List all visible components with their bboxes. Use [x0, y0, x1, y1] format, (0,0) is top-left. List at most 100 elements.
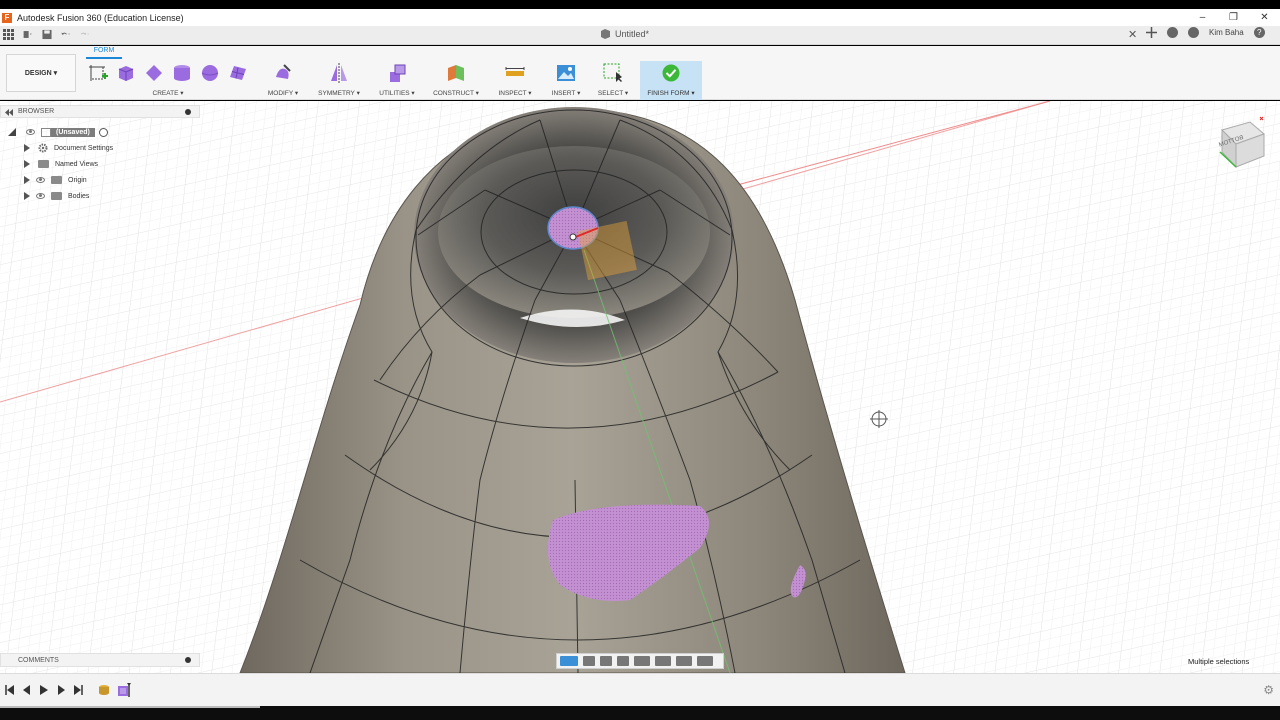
manipulator-box-gizmo[interactable] [577, 220, 637, 281]
root-expand-triangle-icon[interactable] [8, 128, 16, 136]
modify-menu-label[interactable]: MODIFY ▾ [262, 89, 304, 97]
tree-item-document-settings[interactable]: Document Settings [8, 140, 200, 156]
browser-title: BROWSER [18, 108, 55, 115]
comments-pin-icon[interactable] [185, 657, 191, 663]
document-settings-label: Document Settings [54, 144, 114, 152]
orbit-tool-icon[interactable] [560, 656, 578, 666]
insert-image-icon[interactable] [556, 63, 576, 83]
visibility-eye-icon[interactable] [26, 129, 35, 135]
play-icon[interactable] [39, 685, 49, 695]
comments-panel-header[interactable]: COMMENTS [0, 653, 200, 667]
box-icon[interactable] [116, 63, 136, 83]
zoom-icon[interactable] [617, 656, 629, 666]
go-to-start-icon[interactable] [5, 685, 15, 695]
finish-form-label[interactable]: FINISH FORM ▾ [640, 89, 702, 97]
help-icon[interactable]: ? [1253, 27, 1265, 38]
file-menu-icon[interactable] [23, 29, 33, 40]
user-name[interactable]: Kim Baha [1209, 28, 1244, 37]
pan-hand-icon[interactable] [600, 656, 612, 666]
document-tab[interactable]: Untitled* [600, 29, 649, 39]
minimize-button[interactable]: – [1187, 9, 1218, 26]
browser-panel-header[interactable]: BROWSER [0, 105, 200, 118]
tree-item-root[interactable]: (Unsaved) [8, 124, 200, 140]
go-to-end-icon[interactable] [73, 685, 83, 695]
face-icon[interactable] [228, 63, 248, 83]
construct-menu-label[interactable]: CONSTRUCT ▾ [430, 89, 482, 97]
browser-tree: (Unsaved) Document Settings Named Views … [8, 124, 200, 204]
step-back-icon[interactable] [22, 685, 32, 695]
display-settings-icon[interactable] [655, 656, 671, 666]
viewports-icon[interactable] [697, 656, 713, 666]
utilities-group: UTILITIES ▾ [374, 61, 420, 97]
timeline-settings-gear-icon[interactable]: ⚙ [1263, 683, 1274, 697]
window-controls: – ❐ ✕ [1187, 9, 1280, 26]
expand-triangle-icon[interactable] [24, 192, 30, 200]
insert-group: INSERT ▾ [546, 61, 586, 97]
notifications-icon[interactable] [1188, 27, 1199, 38]
look-at-icon[interactable] [583, 656, 595, 666]
visibility-eye-icon[interactable] [36, 193, 45, 199]
construct-plane-icon[interactable] [446, 63, 466, 83]
workspace-switcher-button[interactable]: DESIGN ▾ [6, 54, 76, 92]
symmetry-icon[interactable] [329, 63, 349, 83]
select-window-icon[interactable] [603, 63, 623, 83]
window-title: Autodesk Fusion 360 (Education License) [17, 12, 184, 23]
sphere-icon[interactable] [200, 63, 220, 83]
plane-icon[interactable] [144, 63, 164, 83]
collapse-panel-icon[interactable] [5, 109, 13, 116]
utilities-icon[interactable] [387, 63, 407, 83]
new-tab-plus-icon[interactable] [1146, 27, 1157, 38]
expand-triangle-icon[interactable] [24, 176, 30, 184]
tree-item-origin[interactable]: Origin [8, 172, 200, 188]
comments-title: COMMENTS [18, 657, 59, 664]
construct-group: CONSTRUCT ▾ [430, 61, 482, 97]
create-menu-label[interactable]: CREATE ▾ [84, 89, 252, 97]
activate-radio-icon[interactable] [98, 127, 108, 137]
restore-button[interactable]: ❐ [1218, 9, 1249, 26]
grid-settings-icon[interactable] [676, 656, 692, 666]
gear-icon [38, 143, 48, 153]
fit-zoom-icon[interactable] [634, 656, 650, 666]
visibility-eye-icon[interactable] [36, 177, 45, 183]
expand-triangle-icon[interactable] [24, 160, 30, 168]
job-status-icon[interactable] [1167, 27, 1178, 38]
component-icon [41, 127, 51, 137]
step-forward-icon[interactable] [56, 685, 66, 695]
tabbar-right-tools: Kim Baha ? [1146, 27, 1265, 38]
redo-icon[interactable] [80, 29, 90, 40]
manipulator-center[interactable] [569, 233, 577, 241]
cylinder-icon[interactable] [172, 63, 192, 83]
root-component-label[interactable]: (Unsaved) [51, 127, 95, 137]
document-tab-title: Untitled* [615, 29, 650, 39]
browser-pin-icon[interactable] [185, 109, 191, 115]
utilities-menu-label[interactable]: UTILITIES ▾ [374, 89, 420, 97]
select-group: SELECT ▾ [594, 61, 632, 97]
undo-icon[interactable] [61, 29, 71, 40]
folder-icon [51, 176, 62, 184]
folder-icon [51, 192, 62, 200]
measure-ruler-icon[interactable] [505, 63, 525, 83]
expand-triangle-icon[interactable] [24, 144, 30, 152]
close-window-button[interactable]: ✕ [1249, 9, 1280, 26]
inspect-menu-label[interactable]: INSPECT ▾ [494, 89, 536, 97]
inspect-group: INSPECT ▾ [494, 61, 536, 97]
insert-menu-label[interactable]: INSERT ▾ [546, 89, 586, 97]
finish-form-check-icon[interactable] [662, 64, 680, 82]
tab-form[interactable]: FORM [86, 47, 122, 59]
selection-status: Multiple selections [1188, 657, 1250, 666]
bottom-black-bar [0, 706, 1280, 720]
data-panel-grid-icon[interactable] [3, 29, 14, 40]
tree-item-named-views[interactable]: Named Views [8, 156, 200, 172]
symmetry-menu-label[interactable]: SYMMETRY ▾ [314, 89, 364, 97]
select-menu-label[interactable]: SELECT ▾ [594, 89, 632, 97]
finish-form-group[interactable]: FINISH FORM ▾ [640, 61, 702, 100]
timeline-feature-form-icon[interactable] [117, 683, 131, 697]
close-tab-icon[interactable]: ✕ [1128, 28, 1137, 41]
create-sketch-icon[interactable] [88, 63, 108, 83]
timeline-feature-sketch-icon[interactable] [98, 684, 110, 696]
modify-edit-form-icon[interactable] [273, 63, 293, 83]
document-tab-icon [601, 29, 610, 39]
tree-item-bodies[interactable]: Bodies [8, 188, 200, 204]
ribbon-toolbar: DESIGN ▾ FORM CREATE ▾ MODIFY ▾ SYMMETRY… [0, 46, 1280, 100]
save-icon[interactable] [42, 29, 52, 40]
